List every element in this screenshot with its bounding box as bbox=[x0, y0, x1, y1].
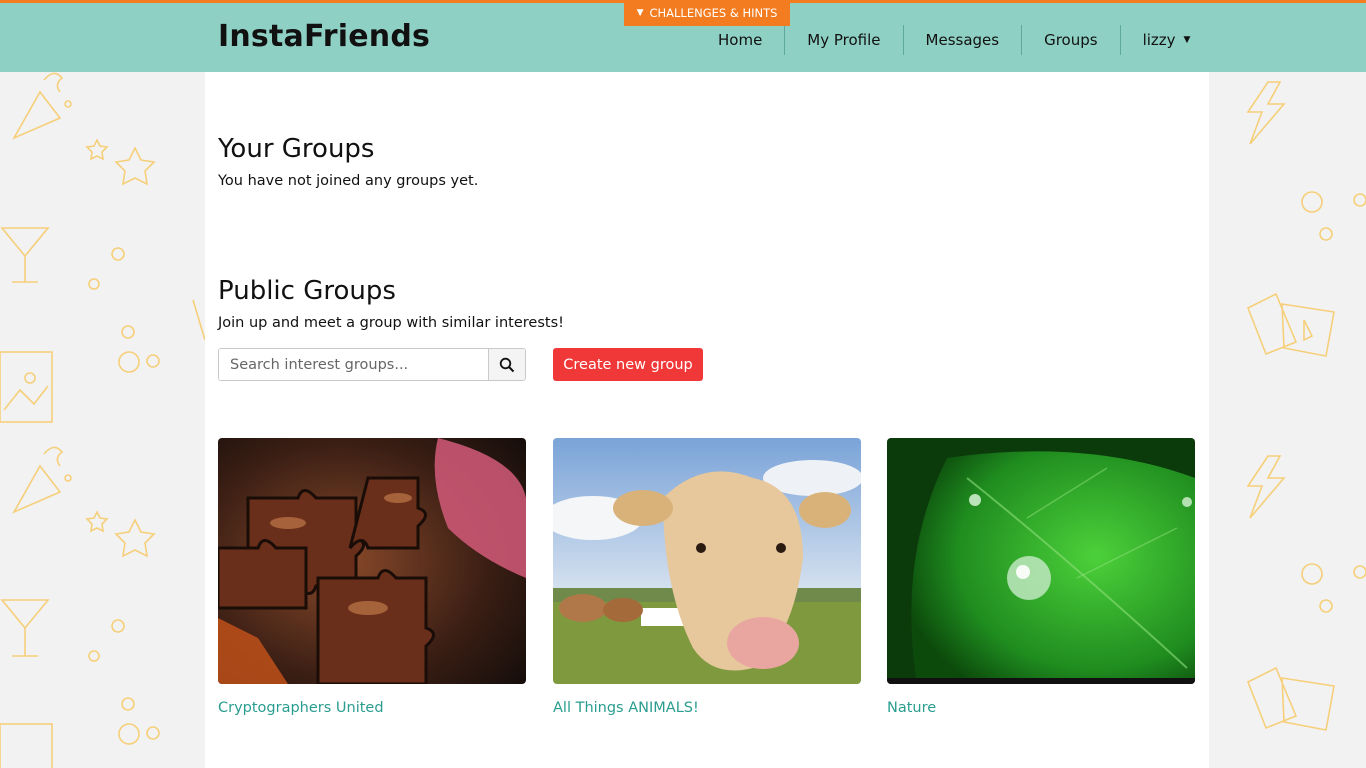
public-groups-subtitle: Join up and meet a group with similar in… bbox=[218, 315, 564, 331]
search-input[interactable] bbox=[219, 349, 488, 380]
group-card: Cryptographers United bbox=[218, 438, 526, 716]
nav-groups[interactable]: Groups bbox=[1021, 25, 1119, 55]
nav-messages-label: Messages bbox=[925, 31, 1000, 49]
caret-down-icon: ▼ bbox=[636, 8, 644, 18]
main-content: Your Groups You have not joined any grou… bbox=[205, 72, 1209, 768]
nav-messages[interactable]: Messages bbox=[902, 25, 1022, 55]
nav-my-profile[interactable]: My Profile bbox=[784, 25, 902, 55]
group-name-link[interactable]: All Things ANIMALS! bbox=[553, 700, 861, 716]
search-icon bbox=[499, 357, 515, 372]
user-menu-label: lizzy bbox=[1142, 31, 1176, 49]
nav-groups-label: Groups bbox=[1044, 31, 1098, 49]
group-search bbox=[218, 348, 526, 381]
public-groups-title: Public Groups bbox=[218, 276, 396, 306]
puzzle-pieces-image[interactable] bbox=[218, 438, 526, 684]
group-card: Nature bbox=[887, 438, 1195, 716]
create-group-button[interactable]: Create new group bbox=[553, 348, 703, 381]
leaf-droplet-image[interactable] bbox=[887, 438, 1195, 684]
nav-home[interactable]: Home bbox=[696, 25, 784, 55]
group-card: All Things ANIMALS! bbox=[553, 438, 861, 716]
user-menu-dropdown[interactable]: lizzy ▼ bbox=[1119, 25, 1213, 55]
group-name-link[interactable]: Cryptographers United bbox=[218, 700, 526, 716]
brand-logo[interactable]: InstaFriends bbox=[218, 19, 430, 54]
no-groups-text: You have not joined any groups yet. bbox=[218, 173, 479, 189]
nav-my-profile-label: My Profile bbox=[807, 31, 881, 49]
nav-home-label: Home bbox=[718, 31, 763, 49]
main-nav: Home My Profile Messages Groups lizzy ▼ bbox=[696, 25, 1212, 55]
caret-down-icon: ▼ bbox=[1183, 35, 1191, 45]
challenges-hints-label: CHALLENGES & HINTS bbox=[649, 6, 778, 20]
group-name-link[interactable]: Nature bbox=[887, 700, 1195, 716]
cow-image[interactable] bbox=[553, 438, 861, 684]
search-button[interactable] bbox=[488, 349, 525, 380]
challenges-hints-button[interactable]: ▼ CHALLENGES & HINTS bbox=[624, 0, 790, 26]
your-groups-title: Your Groups bbox=[218, 134, 375, 164]
